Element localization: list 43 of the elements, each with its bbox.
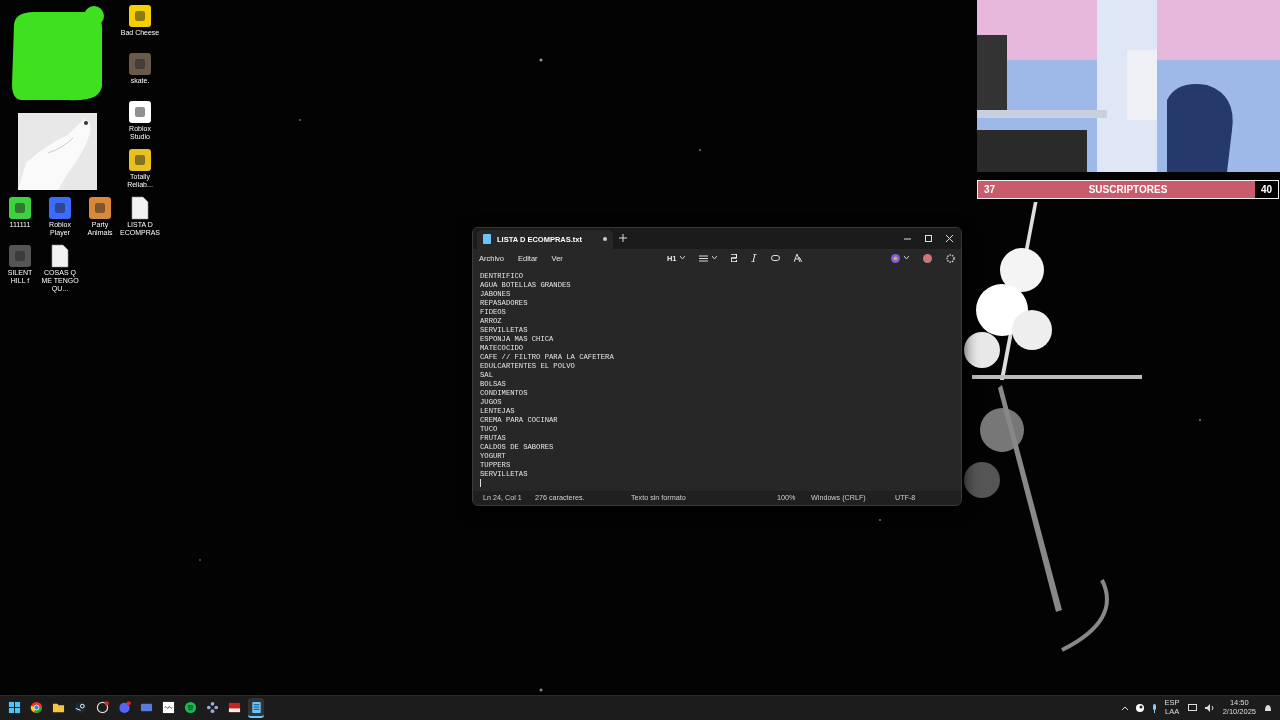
account-avatar-icon[interactable] bbox=[923, 253, 932, 263]
app-icon bbox=[48, 196, 72, 220]
maximize-icon[interactable] bbox=[925, 234, 932, 242]
gamepad-icon[interactable] bbox=[205, 700, 219, 714]
chevron-down-icon[interactable] bbox=[904, 256, 909, 261]
chevron-down-icon[interactable] bbox=[680, 256, 686, 261]
app-icon bbox=[128, 148, 152, 172]
italic-icon[interactable] bbox=[751, 254, 758, 263]
subscriber-goal-count: 40 bbox=[1254, 181, 1278, 198]
app-icon bbox=[128, 4, 152, 28]
text-cursor bbox=[480, 478, 481, 487]
subscriber-goal-title: SUSCRIPTORES bbox=[1087, 184, 1169, 195]
video-icon[interactable] bbox=[227, 700, 241, 714]
close-icon[interactable] bbox=[946, 234, 953, 242]
chat-icon[interactable] bbox=[117, 700, 131, 714]
new-tab-icon[interactable] bbox=[619, 234, 627, 243]
list-icon[interactable] bbox=[699, 254, 709, 262]
chevron-up-icon[interactable] bbox=[1121, 706, 1128, 710]
notification-icon[interactable] bbox=[1264, 703, 1272, 713]
network-icon[interactable] bbox=[1187, 704, 1197, 712]
browser-icon[interactable] bbox=[29, 700, 43, 714]
copilot-icon[interactable] bbox=[891, 253, 900, 263]
editor-icon[interactable] bbox=[161, 700, 175, 714]
windows-logo-icon[interactable] bbox=[7, 700, 21, 714]
subscriber-start-count: 37 bbox=[983, 184, 997, 195]
document-icon bbox=[51, 244, 69, 268]
record-icon[interactable] bbox=[95, 700, 109, 714]
notepad-icon bbox=[483, 234, 491, 245]
link-icon[interactable] bbox=[771, 255, 781, 262]
speaker-icon[interactable] bbox=[1204, 704, 1215, 712]
clear-format-icon[interactable] bbox=[794, 254, 803, 263]
app-icon bbox=[8, 244, 32, 268]
document-icon bbox=[131, 196, 149, 220]
app-icon bbox=[128, 52, 152, 76]
app-icon bbox=[88, 196, 112, 220]
app-icon bbox=[8, 196, 32, 220]
taskbar-app-button[interactable] bbox=[248, 698, 264, 718]
music-icon[interactable] bbox=[183, 700, 197, 714]
chevron-down-icon[interactable] bbox=[712, 256, 718, 261]
microphone-icon[interactable] bbox=[1151, 703, 1157, 713]
settings-icon[interactable] bbox=[946, 253, 955, 263]
notepad-icon[interactable] bbox=[249, 700, 263, 714]
app-icon bbox=[128, 100, 152, 124]
